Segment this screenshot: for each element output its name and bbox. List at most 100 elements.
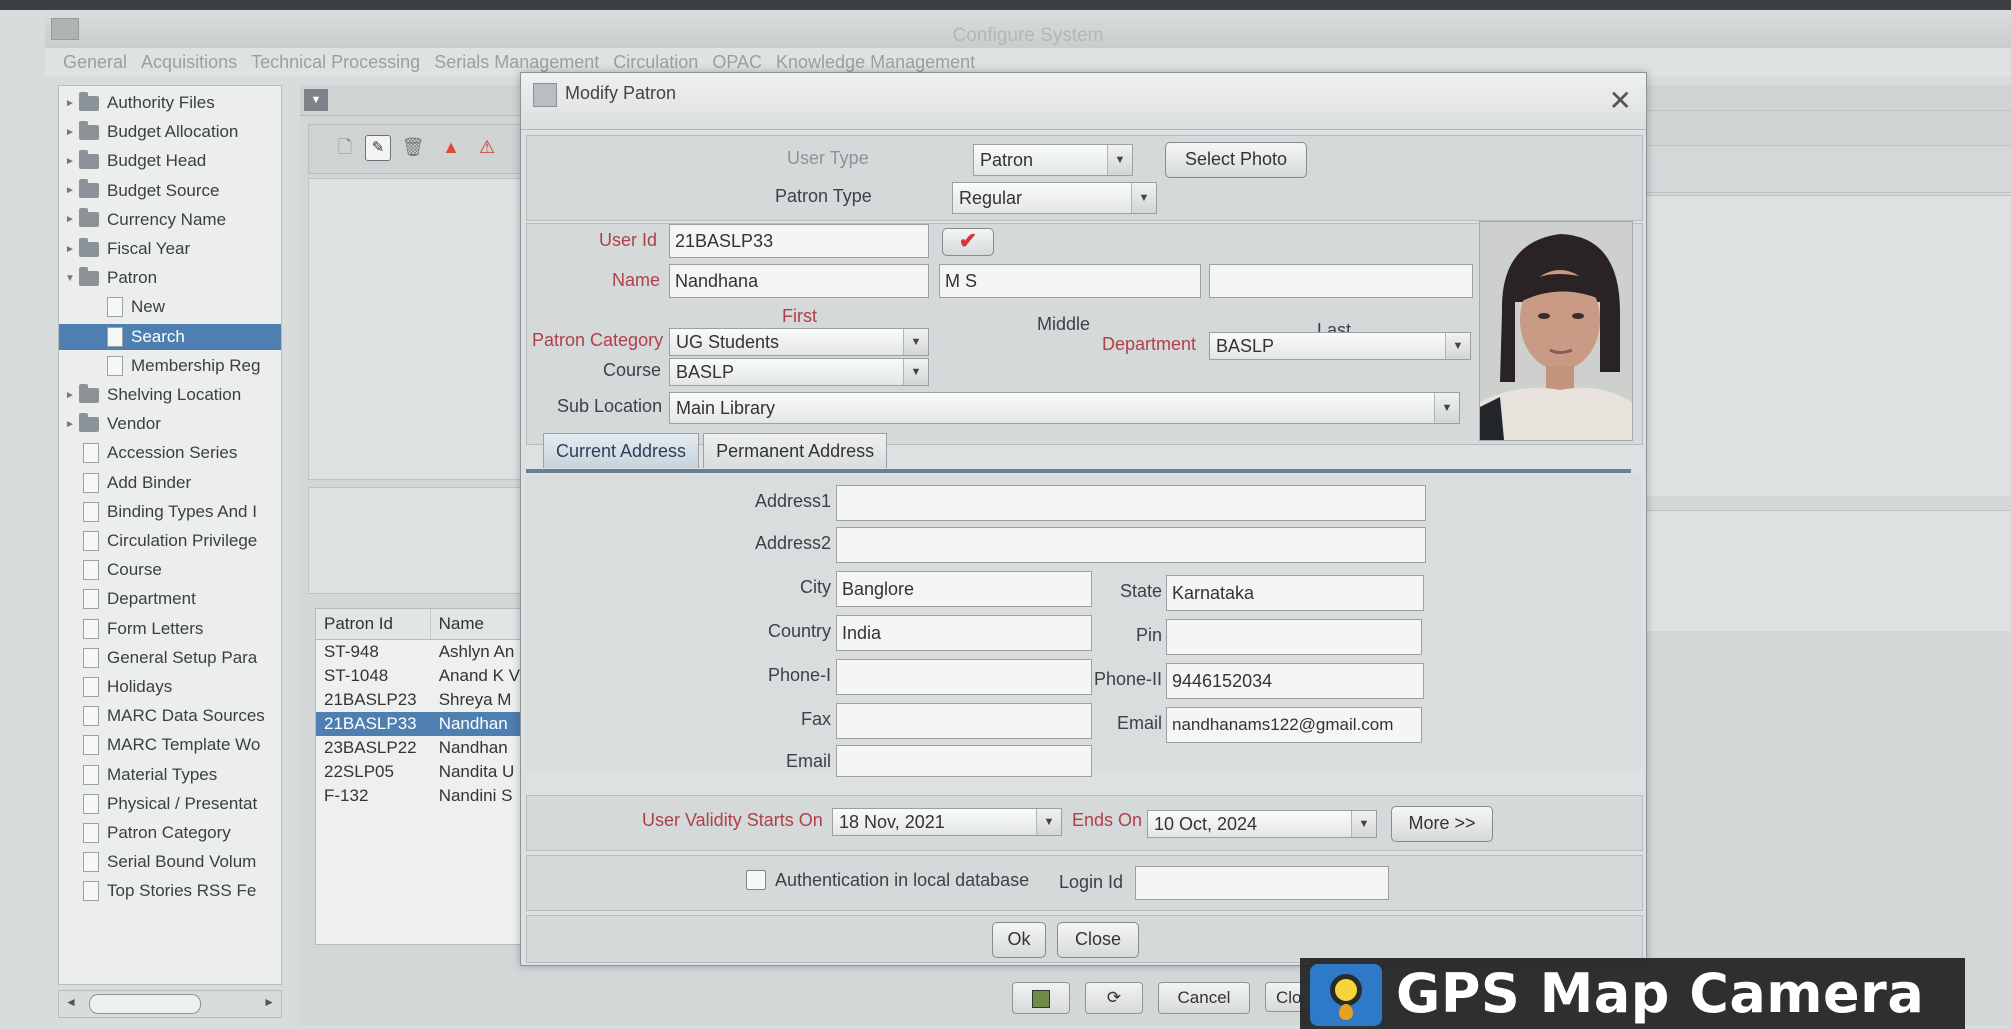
cell-patron-id: 21BASLP23 [324,690,417,709]
table-row[interactable]: 21BASLP33 Nandhan [316,712,526,736]
phone2-field[interactable]: 9446152034 [1166,663,1424,699]
last-name-field[interactable] [1209,264,1473,298]
tree-item-form-letters[interactable]: Form Letters [59,616,281,642]
country-field[interactable]: India [836,615,1092,651]
panel-menu-icon[interactable]: ▼ [304,89,328,111]
tree-item-add-binder[interactable]: Add Binder [59,470,281,496]
tree-item-marc-data-sources[interactable]: MARC Data Sources [59,703,281,729]
tree-item-currency-name[interactable]: ► Currency Name [59,207,281,233]
tree-item-fiscal-year[interactable]: ► Fiscal Year [59,236,281,262]
warning-icon[interactable]: ▲ [439,135,463,159]
tree-item-budget-source[interactable]: ► Budget Source [59,178,281,204]
tab-current-address[interactable]: Current Address [543,433,700,468]
tree-item-department[interactable]: Department [59,586,281,612]
collapsed-arrow-icon[interactable]: ► [65,390,79,401]
tree-item-new[interactable]: New [59,294,281,320]
tree-item-search[interactable]: Search [59,323,281,350]
new-record-icon[interactable]: 🗋 [333,135,357,159]
menu-item-general[interactable]: General [63,48,127,76]
course-label: Course [603,360,662,380]
tree-item-membership-reg[interactable]: Membership Reg [59,353,281,379]
tree-item-label: Vendor [107,414,161,434]
patron-type-select[interactable]: Regular ▼ [952,182,1157,214]
tree-item-budget-head[interactable]: ► Budget Head [59,148,281,174]
email-field[interactable]: nandhanams122@gmail.com [1166,707,1422,743]
menu-item-technical-processing[interactable]: Technical Processing [251,48,420,76]
tree-item-marc-template-wo[interactable]: MARC Template Wo [59,732,281,758]
login-id-field[interactable] [1135,866,1389,900]
tree-item-serial-bound-volum[interactable]: Serial Bound Volum [59,849,281,875]
dialog-close-icon[interactable]: ✕ [1609,87,1632,115]
middle-name-field[interactable]: M S [939,264,1201,298]
validity-start-date[interactable]: 18 Nov, 2021 ▼ [832,808,1062,836]
folder-icon [79,266,99,286]
tree-item-general-setup-para[interactable]: General Setup Para [59,645,281,671]
email-secondary-field[interactable] [836,745,1092,777]
pin-field[interactable] [1166,619,1422,655]
department-select[interactable]: BASLP ▼ [1209,332,1471,360]
collapsed-arrow-icon[interactable]: ► [65,156,79,167]
tree-item-patron[interactable]: ▼ Patron [59,265,281,291]
table-row[interactable]: 23BASLP22 Nandhan [316,736,526,760]
tree-item-physical-presentat[interactable]: Physical / Presentat [59,791,281,817]
tree-item-material-types[interactable]: Material Types [59,762,281,788]
cancel-button[interactable]: Cancel [1158,982,1250,1014]
tree-item-vendor[interactable]: ► Vendor [59,411,281,437]
patron-category-select[interactable]: UG Students ▼ [669,328,929,356]
scroll-left-icon[interactable]: ◄ [65,995,77,1009]
tree-item-budget-allocation[interactable]: ► Budget Allocation [59,119,281,145]
tree-item-circulation-privilege[interactable]: Circulation Privilege [59,528,281,554]
check-user-id-button[interactable]: ✔ [942,228,994,256]
validity-end-date[interactable]: 10 Oct, 2024 ▼ [1147,810,1377,838]
user-id-field[interactable]: 21BASLP33 [669,224,929,258]
city-field[interactable]: Banglore [836,571,1092,607]
tree-item-binding-types-and-i[interactable]: Binding Types And I [59,499,281,525]
tree-item-top-stories-rss-fe[interactable]: Top Stories RSS Fe [59,878,281,904]
table-row[interactable]: 21BASLP23 Shreya M [316,688,526,712]
auth-local-checkbox[interactable] [746,870,766,890]
refresh-icon-button[interactable]: ⟳ [1085,982,1143,1014]
collapsed-arrow-icon[interactable]: ► [65,127,79,138]
menu-item-acquisitions[interactable]: Acquisitions [141,48,237,76]
delete-icon[interactable]: 🗑 [401,135,425,159]
table-row[interactable]: 22SLP05 Nandita U [316,760,526,784]
table-row[interactable]: ST-948 Ashlyn An [316,640,526,664]
scroll-right-icon[interactable]: ► [263,995,275,1009]
collapsed-arrow-icon[interactable]: ► [65,98,79,109]
collapsed-arrow-icon[interactable]: ► [65,244,79,255]
table-row[interactable]: ST-1048 Anand K V [316,664,526,688]
collapsed-arrow-icon[interactable]: ► [65,214,79,225]
close-button[interactable]: Close [1057,922,1139,958]
course-select[interactable]: BASLP ▼ [669,358,929,386]
phone1-field[interactable] [836,659,1092,695]
column-header-name[interactable]: Name [431,609,526,639]
column-header-patron-id[interactable]: Patron Id [316,609,431,639]
expanded-arrow-icon[interactable]: ▼ [65,273,79,284]
disable-warning-icon[interactable]: ⚠ [475,135,499,159]
collapsed-arrow-icon[interactable]: ► [65,419,79,430]
state-field[interactable]: Karnataka [1166,575,1424,611]
user-type-select[interactable]: Patron ▼ [973,144,1133,176]
fax-field[interactable] [836,703,1092,739]
table-row[interactable]: F-132 Nandini S [316,784,526,808]
edit-record-icon[interactable]: ✎ [365,135,391,161]
collapsed-arrow-icon[interactable]: ► [65,185,79,196]
tree-item-shelving-location[interactable]: ► Shelving Location [59,382,281,408]
more-button[interactable]: More >> [1391,806,1493,842]
select-photo-button[interactable]: Select Photo [1165,142,1307,178]
address2-field[interactable] [836,527,1426,563]
address1-field[interactable] [836,485,1426,521]
tree-item-course[interactable]: Course [59,557,281,583]
save-icon-button[interactable] [1012,982,1070,1014]
tree-item-holidays[interactable]: Holidays [59,674,281,700]
tree-item-authority-files[interactable]: ► Authority Files [59,90,281,116]
sub-location-select[interactable]: Main Library ▼ [669,392,1460,424]
window-menu-icon[interactable] [51,18,79,40]
tab-permanent-address[interactable]: Permanent Address [703,433,888,468]
first-name-field[interactable]: Nandhana [669,264,929,298]
tree-item-accession-series[interactable]: Accession Series [59,440,281,466]
tree-item-patron-category[interactable]: Patron Category [59,820,281,846]
ok-button[interactable]: Ok [992,922,1046,958]
scroll-thumb[interactable] [89,994,201,1014]
tree-horizontal-scrollbar[interactable]: ◄ ► [58,990,282,1018]
